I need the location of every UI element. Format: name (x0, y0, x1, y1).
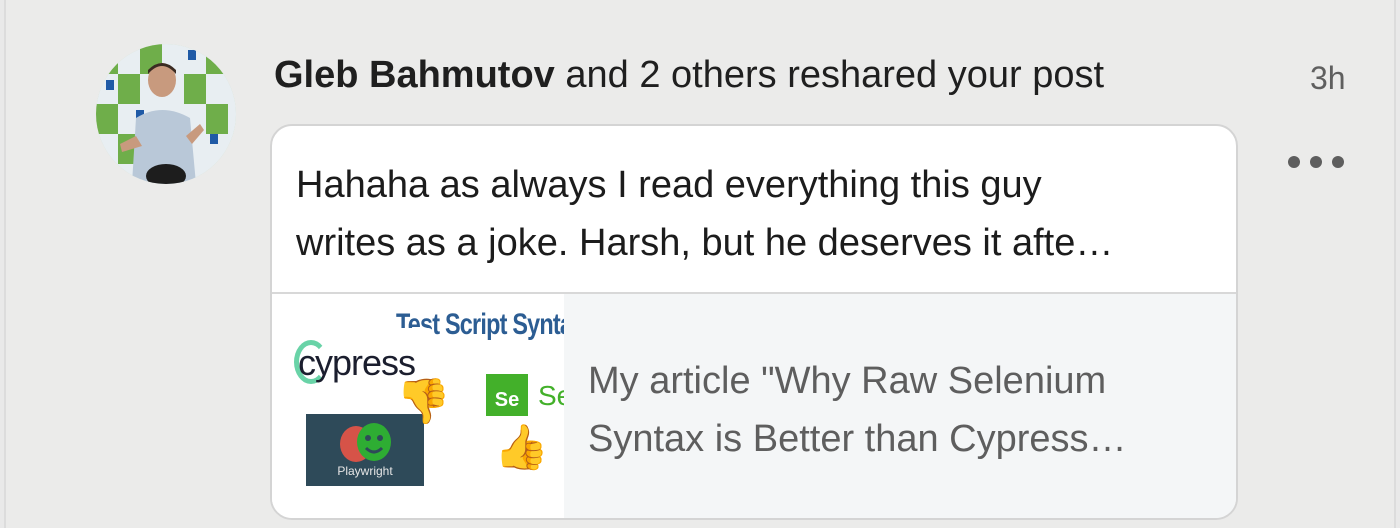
comment-line: writes as a joke. Harsh, but he deserves… (296, 222, 1114, 264)
avatar-photo (96, 44, 236, 184)
shared-article-link[interactable]: Test Script Syntax cypress Playwright 👎 (272, 294, 1236, 518)
more-horizontal-icon-dot (1310, 156, 1322, 168)
reshare-comment: Hahaha as always I read everything this … (296, 156, 1216, 272)
comment-line: Hahaha as always I read everything this … (296, 164, 1042, 206)
article-title: My article "Why Raw Selenium Syntax is B… (588, 352, 1208, 468)
thumbs-up-icon: 👍 (494, 422, 549, 473)
thumbs-down-icon: 👎 (396, 376, 451, 427)
notification-panel: Gleb Bahmutov and 2 others reshared your… (4, 0, 1396, 528)
more-options-button[interactable] (1284, 148, 1348, 176)
more-horizontal-icon-dot (1288, 156, 1300, 168)
reshared-post-card[interactable]: Hahaha as always I read everything this … (270, 124, 1238, 520)
article-title-line: My article "Why Raw Selenium (588, 360, 1107, 402)
selenium-logo: Se (486, 374, 528, 416)
selenium-label: Se (538, 380, 564, 411)
avatar[interactable] (96, 44, 236, 184)
notification-headline[interactable]: Gleb Bahmutov and 2 others reshared your… (274, 52, 1104, 98)
more-horizontal-icon-dot (1332, 156, 1344, 168)
playwright-label: Playwright (337, 464, 393, 478)
article-title-line: Syntax is Better than Cypress… (588, 418, 1127, 460)
article-thumbnail: Test Script Syntax cypress Playwright 👎 (272, 294, 564, 518)
action-text: and 2 others reshared your post (554, 54, 1105, 96)
actor-name[interactable]: Gleb Bahmutov (274, 54, 555, 96)
timestamp: 3h (1310, 60, 1346, 96)
